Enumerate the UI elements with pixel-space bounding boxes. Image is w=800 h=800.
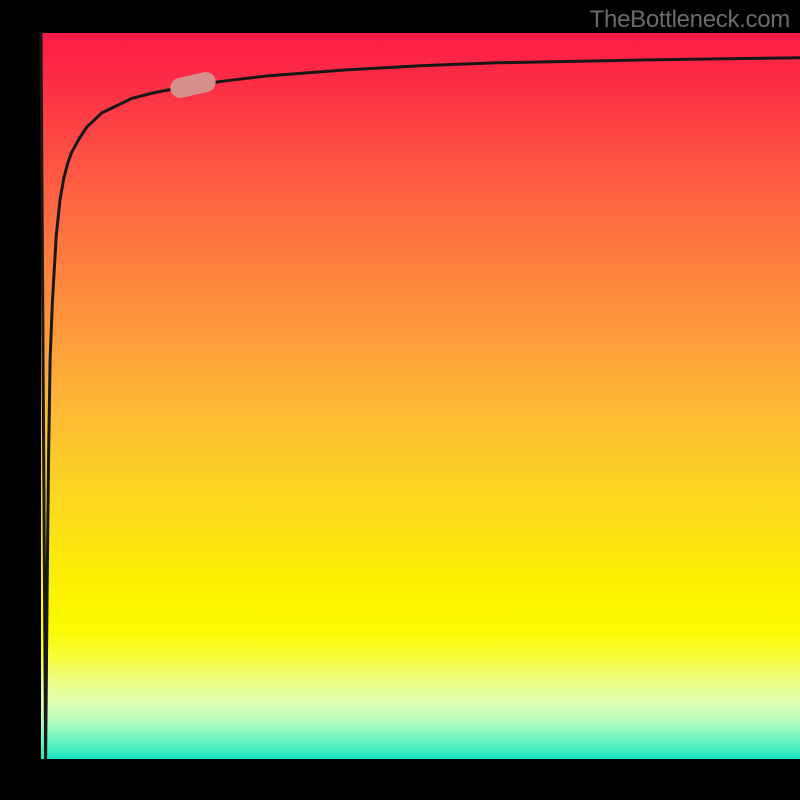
chart-background-gradient bbox=[41, 33, 800, 759]
watermark-text: TheBottleneck.com bbox=[590, 6, 790, 34]
